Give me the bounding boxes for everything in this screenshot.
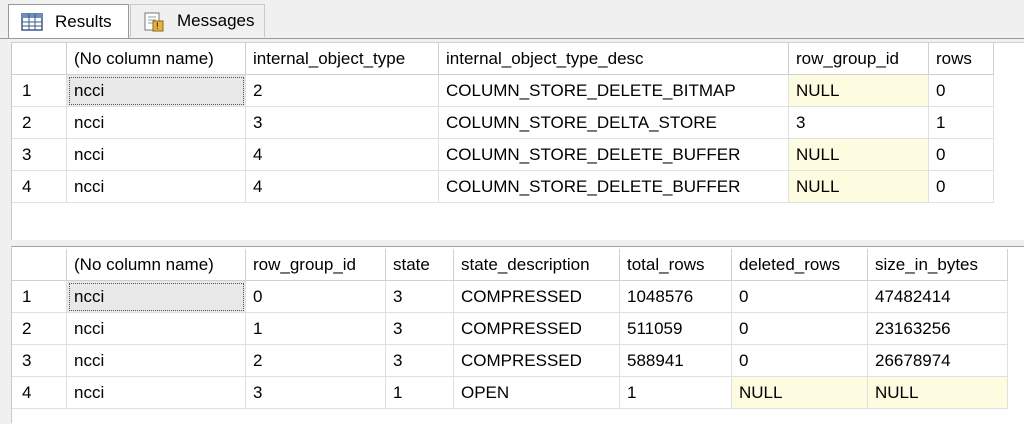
- grid2-header-col[interactable]: row_group_id: [246, 249, 386, 281]
- table-cell[interactable]: ncci: [67, 75, 246, 107]
- grid1-header-corner: [12, 43, 67, 75]
- grid1-header-col[interactable]: internal_object_type_desc: [439, 43, 789, 75]
- table-cell[interactable]: 4: [246, 171, 439, 203]
- table-cell[interactable]: 588941: [620, 345, 732, 377]
- table-cell[interactable]: COLUMN_STORE_DELETE_BUFFER: [439, 171, 789, 203]
- grid2-header-col[interactable]: state_description: [454, 249, 620, 281]
- grid1-header-col[interactable]: rows: [929, 43, 994, 75]
- table-cell[interactable]: 0: [732, 313, 868, 345]
- null-cell[interactable]: NULL: [789, 139, 929, 171]
- table-cell[interactable]: COLUMN_STORE_DELETE_BITMAP: [439, 75, 789, 107]
- tab-messages-label: Messages: [177, 11, 255, 30]
- table-cell[interactable]: 511059: [620, 313, 732, 345]
- tab-messages[interactable]: ! Messages: [130, 4, 265, 37]
- row-number[interactable]: 2: [12, 107, 67, 139]
- table-cell[interactable]: 3: [246, 107, 439, 139]
- table-cell[interactable]: ncci: [67, 281, 246, 313]
- row-number[interactable]: 4: [12, 171, 67, 203]
- grid-icon: [21, 12, 43, 31]
- null-cell[interactable]: NULL: [868, 377, 1008, 409]
- table-cell[interactable]: 3: [386, 313, 454, 345]
- table-cell[interactable]: ncci: [67, 139, 246, 171]
- table-cell[interactable]: ncci: [67, 313, 246, 345]
- table-cell[interactable]: 0: [929, 75, 994, 107]
- row-number[interactable]: 2: [12, 313, 67, 345]
- table-cell[interactable]: ncci: [67, 377, 246, 409]
- grid2-header-col[interactable]: total_rows: [620, 249, 732, 281]
- row-number[interactable]: 1: [12, 281, 67, 313]
- row-number[interactable]: 3: [12, 139, 67, 171]
- row-number[interactable]: 3: [12, 345, 67, 377]
- grid2-header-col[interactable]: size_in_bytes: [868, 249, 1008, 281]
- table-cell[interactable]: 3: [386, 345, 454, 377]
- table-cell[interactable]: 0: [732, 281, 868, 313]
- messages-icon: !: [143, 12, 165, 32]
- table-cell[interactable]: ncci: [67, 107, 246, 139]
- table-cell[interactable]: 3: [386, 281, 454, 313]
- table-cell[interactable]: 3: [246, 377, 386, 409]
- grid1-header-col[interactable]: (No column name): [67, 43, 246, 75]
- table-cell[interactable]: ncci: [67, 345, 246, 377]
- table-cell[interactable]: 2: [246, 345, 386, 377]
- results-tabbar: Results ! Messages: [0, 0, 1024, 40]
- tab-divider: [0, 38, 1024, 39]
- table-cell[interactable]: 1048576: [620, 281, 732, 313]
- table-cell[interactable]: COMPRESSED: [454, 281, 620, 313]
- grid2-header-col[interactable]: (No column name): [67, 249, 246, 281]
- row-number[interactable]: 1: [12, 75, 67, 107]
- grid1-header-col[interactable]: internal_object_type: [246, 43, 439, 75]
- table-cell[interactable]: 0: [246, 281, 386, 313]
- table-cell[interactable]: COMPRESSED: [454, 313, 620, 345]
- grid2-header-corner: [12, 249, 67, 281]
- grid2-header-col[interactable]: deleted_rows: [732, 249, 868, 281]
- table-cell[interactable]: 1: [246, 313, 386, 345]
- table-cell[interactable]: 3: [789, 107, 929, 139]
- result-grid-1[interactable]: (No column name) internal_object_type in…: [12, 42, 1024, 241]
- svg-text:!: !: [156, 21, 159, 31]
- table-cell[interactable]: 47482414: [868, 281, 1008, 313]
- null-cell[interactable]: NULL: [789, 171, 929, 203]
- row-number[interactable]: 4: [12, 377, 67, 409]
- grid2-header-col[interactable]: state: [386, 249, 454, 281]
- table-cell[interactable]: 4: [246, 139, 439, 171]
- table-cell[interactable]: ncci: [67, 171, 246, 203]
- null-cell[interactable]: NULL: [732, 377, 868, 409]
- grid-left-border: [0, 42, 12, 423]
- tab-results-label: Results: [55, 11, 112, 31]
- null-cell[interactable]: NULL: [789, 75, 929, 107]
- table-cell[interactable]: 2: [246, 75, 439, 107]
- table-cell[interactable]: 1: [929, 107, 994, 139]
- result-grid-2[interactable]: (No column name) row_group_id state stat…: [12, 246, 1024, 424]
- table-cell[interactable]: 0: [929, 139, 994, 171]
- table-cell[interactable]: COLUMN_STORE_DELTA_STORE: [439, 107, 789, 139]
- grid1-header-col[interactable]: row_group_id: [789, 43, 929, 75]
- table-cell[interactable]: 0: [929, 171, 994, 203]
- table-cell[interactable]: OPEN: [454, 377, 620, 409]
- table-cell[interactable]: 1: [386, 377, 454, 409]
- table-cell[interactable]: 23163256: [868, 313, 1008, 345]
- table-cell[interactable]: 0: [732, 345, 868, 377]
- table-cell[interactable]: COLUMN_STORE_DELETE_BUFFER: [439, 139, 789, 171]
- table-cell[interactable]: 26678974: [868, 345, 1008, 377]
- table-cell[interactable]: 1: [620, 377, 732, 409]
- tab-results[interactable]: Results: [8, 4, 129, 38]
- table-cell[interactable]: COMPRESSED: [454, 345, 620, 377]
